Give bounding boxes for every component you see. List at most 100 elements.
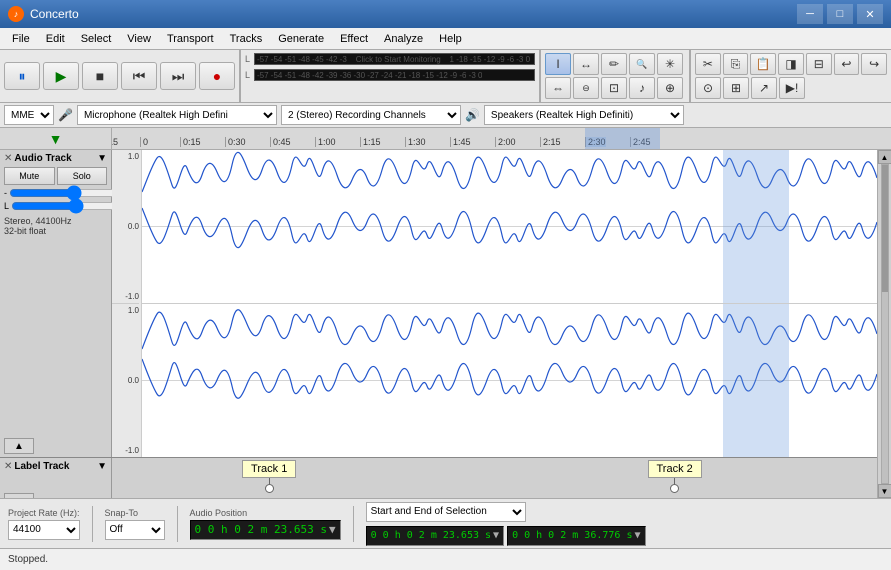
- title-bar: ♪ Concerto ─ □ ✕: [0, 0, 891, 28]
- menu-transport[interactable]: Transport: [159, 31, 222, 47]
- label-track-content[interactable]: Track 1 Track 2: [112, 458, 877, 498]
- menu-analyze[interactable]: Analyze: [376, 31, 431, 47]
- audio-track-name: Audio Track: [14, 153, 95, 164]
- copy-button[interactable]: ⎘: [723, 53, 749, 75]
- track-collapse-button[interactable]: ▲: [4, 438, 34, 454]
- next-button[interactable]: ⏭: [160, 62, 196, 90]
- prev-button[interactable]: ⏮: [121, 62, 157, 90]
- vertical-scrollbar[interactable]: ▲ ▼: [877, 150, 891, 498]
- stop-button[interactable]: ■: [82, 62, 118, 90]
- track1-label: Track 1: [242, 460, 296, 493]
- track-close-button[interactable]: ✕: [4, 153, 12, 164]
- zoom-normal-button[interactable]: ⊙: [695, 77, 721, 99]
- status-text: Stopped.: [8, 554, 48, 565]
- mute-button[interactable]: Mute: [4, 167, 55, 185]
- trim-button[interactable]: ◨: [778, 53, 804, 75]
- menu-help[interactable]: Help: [431, 31, 470, 47]
- separator-3: [353, 506, 354, 542]
- zoom-sel-button[interactable]: ⊡: [601, 77, 627, 99]
- audio-position-arrow[interactable]: ▼: [329, 523, 336, 536]
- track2-label: Track 2: [648, 460, 702, 493]
- ruler-selection: [585, 128, 660, 149]
- record-button[interactable]: ●: [199, 62, 235, 90]
- track1-marker: [265, 484, 274, 493]
- project-rate-select[interactable]: 44100 48000 96000: [8, 520, 80, 540]
- wave-scale-mid: 0.0: [112, 222, 139, 231]
- waveform-channel-1[interactable]: [142, 150, 877, 304]
- ruler-tick: 1:15: [360, 137, 381, 147]
- zoom-out-button[interactable]: ⊖: [573, 77, 599, 99]
- paste-button[interactable]: 📋: [750, 53, 776, 75]
- undo-button[interactable]: ↩: [834, 53, 860, 75]
- label-track-name: Label Track: [14, 461, 95, 472]
- audio-track-row: ✕ Audio Track ▼ Mute Solo - + L: [0, 150, 877, 458]
- separator-1: [92, 506, 93, 542]
- status-bar: Stopped.: [0, 548, 891, 570]
- silence-button[interactable]: ⊟: [806, 53, 832, 75]
- speaker-select[interactable]: Speakers (Realtek High Definiti): [484, 105, 684, 125]
- channels-select[interactable]: 2 (Stereo) Recording Channels: [281, 105, 461, 125]
- menu-edit[interactable]: Edit: [38, 31, 73, 47]
- track2-label-text: Track 2: [648, 460, 702, 478]
- v-scroll-track[interactable]: [881, 164, 889, 484]
- volume-tool-button[interactable]: ♪: [629, 77, 655, 99]
- menu-tracks[interactable]: Tracks: [222, 31, 271, 47]
- menu-select[interactable]: Select: [73, 31, 120, 47]
- selection-end-arrow[interactable]: ▼: [634, 530, 640, 541]
- label-track-close-button[interactable]: ✕: [4, 461, 12, 472]
- play-button[interactable]: ▶: [43, 62, 79, 90]
- snap-to-label: Snap-To: [105, 508, 165, 518]
- ruler-tick: 1:00: [315, 137, 336, 147]
- project-rate-label: Project Rate (Hz):: [8, 508, 80, 518]
- scrub-button[interactable]: ↗: [751, 77, 777, 99]
- snap-to-select[interactable]: Off Nearest Prior Next: [105, 520, 165, 540]
- menu-file[interactable]: File: [4, 31, 38, 47]
- zoom-fit2-button[interactable]: ⊞: [723, 77, 749, 99]
- scroll-down-button[interactable]: ▼: [878, 484, 891, 498]
- close-button[interactable]: ✕: [857, 4, 883, 24]
- pan-left-label: L: [4, 201, 9, 211]
- track-info: Stereo, 44100Hz32-bit float: [4, 216, 107, 236]
- solo-button[interactable]: Solo: [57, 167, 108, 185]
- pause-button[interactable]: ⏸: [4, 62, 40, 90]
- app-title: Concerto: [30, 7, 797, 21]
- maximize-button[interactable]: □: [827, 4, 853, 24]
- redo-button[interactable]: ↪: [861, 53, 887, 75]
- waveform-channel-2[interactable]: [142, 304, 877, 457]
- ruler-tick: 2:00: [495, 137, 516, 147]
- menu-effect[interactable]: Effect: [332, 31, 376, 47]
- cut-button[interactable]: ✂: [695, 53, 721, 75]
- envelope-tool-button[interactable]: ↔: [573, 53, 599, 75]
- gain-min-label: -: [4, 188, 7, 198]
- selection-mode-select[interactable]: Start and End of Selection Start and Len…: [366, 502, 526, 522]
- zoom-fit-button[interactable]: ⇔: [545, 77, 571, 99]
- ruler-tick: 2:15: [540, 137, 561, 147]
- v-scroll-thumb[interactable]: [882, 165, 888, 292]
- ruler-tick: 0:30: [225, 137, 246, 147]
- menu-generate[interactable]: Generate: [270, 31, 332, 47]
- play-at-speed[interactable]: ▶!: [779, 77, 805, 99]
- separator-2: [177, 506, 178, 542]
- selection-tool-button[interactable]: I: [545, 53, 571, 75]
- menu-view[interactable]: View: [119, 31, 159, 47]
- wave-scale-top: 1.0: [112, 152, 139, 161]
- label-track-menu-arrow[interactable]: ▼: [97, 461, 107, 472]
- scroll-up-button[interactable]: ▲: [878, 150, 891, 164]
- track-menu-arrow[interactable]: ▼: [97, 153, 107, 164]
- host-select[interactable]: MME: [4, 105, 54, 125]
- selection-start-arrow[interactable]: ▼: [493, 530, 499, 541]
- pencil-tool-button[interactable]: ✏: [601, 53, 627, 75]
- ruler-tick: 0:45: [270, 137, 291, 147]
- minimize-button[interactable]: ─: [797, 4, 823, 24]
- mic-icon: 🎤: [58, 108, 73, 122]
- ruler-tick: 0:15: [180, 137, 201, 147]
- wave-scale-top2: 1.0: [112, 306, 139, 315]
- bottom-bar: Project Rate (Hz): 44100 48000 96000 Sna…: [0, 498, 891, 548]
- extra-tool-button[interactable]: ⊕: [657, 77, 683, 99]
- microphone-select[interactable]: Microphone (Realtek High Defini: [77, 105, 277, 125]
- ruler-tick: 1:45: [450, 137, 471, 147]
- wave-scale-bot2: -1.0: [112, 446, 139, 455]
- zoom-in-button[interactable]: 🔍: [629, 53, 655, 75]
- audio-position-label: Audio Position: [190, 508, 341, 518]
- multi-tool-button[interactable]: ✳: [657, 53, 683, 75]
